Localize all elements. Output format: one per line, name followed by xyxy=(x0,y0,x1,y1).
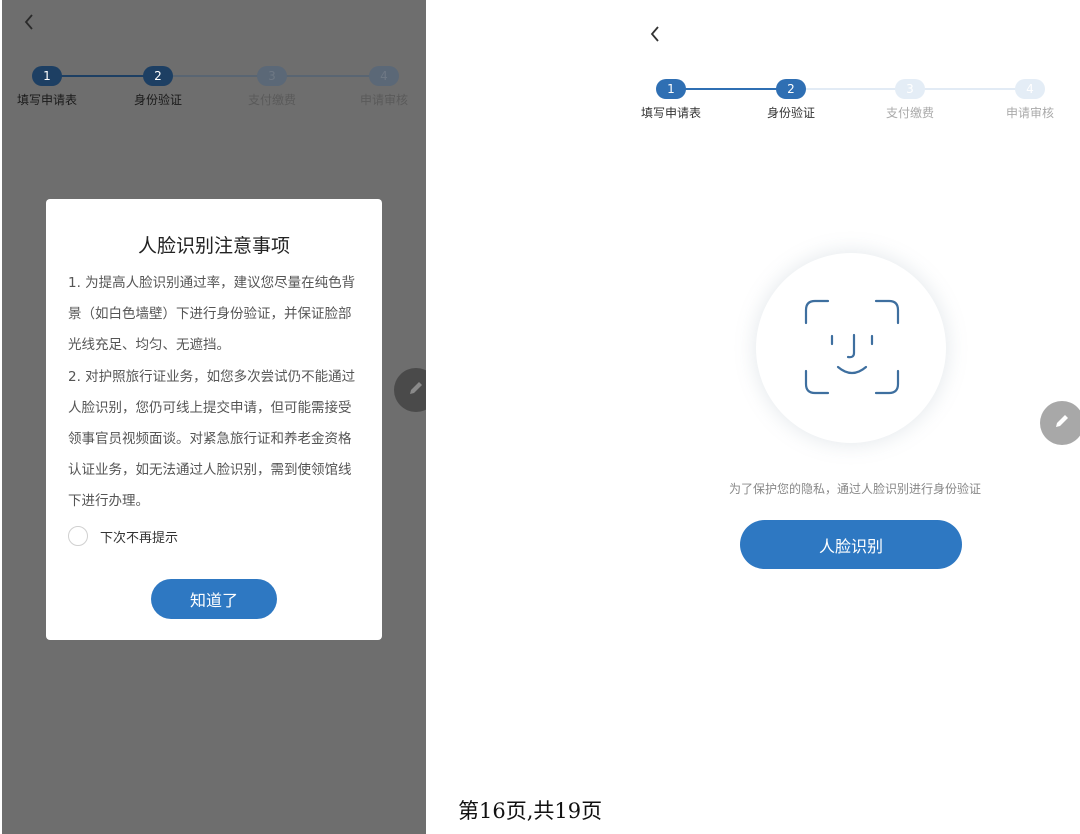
step-label: 支付缴费 xyxy=(247,93,296,107)
right-phone-screen: 1 填写申请表 2 身份验证 3 支付缴费 4 申请审核 为了保护您的隐私，通过… xyxy=(630,0,1080,834)
step-number-badge: 3 xyxy=(257,66,287,86)
step-label: 申请审核 xyxy=(1005,106,1054,120)
step-label: 支付缴费 xyxy=(885,106,934,120)
page-number-footer: 第16页,共19页 xyxy=(458,799,603,823)
step-label: 填写申请表 xyxy=(640,106,701,120)
stepper-step-payment: 3 支付缴费 xyxy=(850,79,970,121)
face-recognition-notice-dialog: 人脸识别注意事项 1. 为提高人脸识别通过率，建议您尽量在纯色背景（如白色墙壁）… xyxy=(46,199,382,640)
dialog-title: 人脸识别注意事项 xyxy=(137,235,290,257)
progress-stepper: 1 填写申请表 2 身份验证 3 支付缴费 4 申请审核 xyxy=(2,66,426,116)
stepper-step-fill-form: 1 填写申请表 xyxy=(2,66,107,108)
face-scan-icon xyxy=(756,299,946,447)
back-chevron-icon[interactable] xyxy=(22,12,36,36)
stepper-step-identity: 2 身份验证 xyxy=(731,79,851,121)
privacy-notice-text: 为了保护您的隐私，通过人脸识别进行身份验证 xyxy=(728,482,981,496)
notice-paragraph-1: 1. 为提高人脸识别通过率，建议您尽量在纯色背景（如白色墙壁）下进行身份验证，并… xyxy=(68,275,356,353)
step-label: 身份验证 xyxy=(766,106,815,120)
face-recognition-button[interactable]: 人脸识别 xyxy=(740,520,962,569)
radio-circle-icon[interactable] xyxy=(68,526,88,546)
stepper-step-payment: 3 支付缴费 xyxy=(212,66,332,108)
stepper-step-review: 4 申请审核 xyxy=(970,79,1080,121)
progress-stepper: 1 填写申请表 2 身份验证 3 支付缴费 4 申请审核 xyxy=(630,79,1080,129)
notice-paragraph-2: 2. 对护照旅行证业务，如您多次尝试仍不能通过人脸识别，您仍可线上提交申请，但可… xyxy=(68,369,356,509)
step-number-badge: 2 xyxy=(143,66,173,86)
dont-remind-label: 下次不再提示 xyxy=(100,530,179,546)
edit-floating-button[interactable] xyxy=(394,368,426,412)
left-phone-screen: 1 填写申请表 2 身份验证 3 支付缴费 4 申请审核 人脸识别注意事项 1.… xyxy=(2,0,426,834)
step-label: 申请审核 xyxy=(359,93,408,107)
stepper-step-identity: 2 身份验证 xyxy=(98,66,218,108)
step-number-badge: 4 xyxy=(369,66,399,86)
step-number-badge: 2 xyxy=(776,79,806,99)
back-chevron-icon[interactable] xyxy=(648,24,662,48)
pencil-icon xyxy=(407,379,425,401)
step-number-badge: 1 xyxy=(32,66,62,86)
step-number-badge: 3 xyxy=(895,79,925,99)
step-label: 身份验证 xyxy=(133,93,182,107)
step-number-badge: 1 xyxy=(656,79,686,99)
got-it-button[interactable]: 知道了 xyxy=(151,579,277,619)
step-number-badge: 4 xyxy=(1015,79,1045,99)
edit-floating-button[interactable] xyxy=(1040,401,1080,445)
dont-remind-checkbox[interactable]: 下次不再提示 xyxy=(68,526,178,546)
stepper-step-review: 4 申请审核 xyxy=(324,66,426,108)
pencil-icon xyxy=(1053,412,1071,434)
stepper-step-fill-form: 1 填写申请表 xyxy=(611,79,731,121)
step-label: 填写申请表 xyxy=(16,93,77,107)
face-scan-illustration xyxy=(756,253,946,443)
